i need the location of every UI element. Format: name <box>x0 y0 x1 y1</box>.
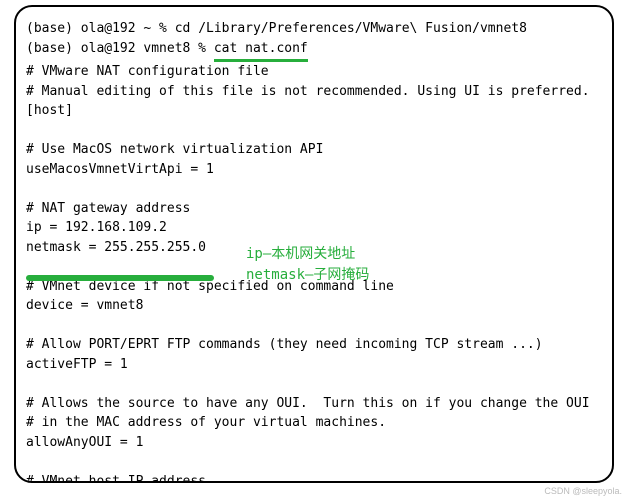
highlight-bar <box>26 275 214 281</box>
conf-line: useMacosVmnetVirtApi = 1 <box>26 160 602 180</box>
conf-line: # in the MAC address of your virtual mac… <box>26 413 602 433</box>
conf-line: device = vmnet8 <box>26 296 602 316</box>
cmd-line-1: (base) ola@192 ~ % cd /Library/Preferenc… <box>26 19 602 39</box>
terminal-frame: (base) ola@192 ~ % cd /Library/Preferenc… <box>14 5 614 483</box>
cmd-2: cat nat.conf <box>214 39 308 63</box>
conf-line: # Allow PORT/EPRT FTP commands (they nee… <box>26 335 602 355</box>
conf-section-host: [host] <box>26 101 602 121</box>
blank-line <box>26 452 602 472</box>
conf-line: allowAnyOUI = 1 <box>26 433 602 453</box>
prompt-2: (base) ola@192 vmnet8 % <box>26 41 214 56</box>
blank-line <box>26 374 602 394</box>
cmd-line-2: (base) ola@192 vmnet8 % cat nat.conf <box>26 39 602 63</box>
conf-line: # VMware NAT configuration file <box>26 62 602 82</box>
conf-line: # NAT gateway address <box>26 199 602 219</box>
conf-line: # VMnet host IP address <box>26 472 602 484</box>
blank-line <box>26 179 602 199</box>
cmd-1: cd /Library/Preferences/VMware\ Fusion/v… <box>175 21 527 36</box>
conf-line: # Manual editing of this file is not rec… <box>26 82 602 102</box>
conf-line: # Allows the source to have any OUI. Tur… <box>26 394 602 414</box>
annotation-ip: ip—本机网关地址 <box>246 244 355 265</box>
annotation-netmask: netmask—子网掩码 <box>246 265 369 286</box>
watermark: CSDN @sleepyola. <box>544 485 622 499</box>
prompt-1: (base) ola@192 ~ % <box>26 21 175 36</box>
conf-ip-line: ip = 192.168.109.2 <box>26 218 602 238</box>
conf-line: # Use MacOS network virtualization API <box>26 140 602 160</box>
blank-line <box>26 316 602 336</box>
blank-line <box>26 121 602 141</box>
conf-line: activeFTP = 1 <box>26 355 602 375</box>
